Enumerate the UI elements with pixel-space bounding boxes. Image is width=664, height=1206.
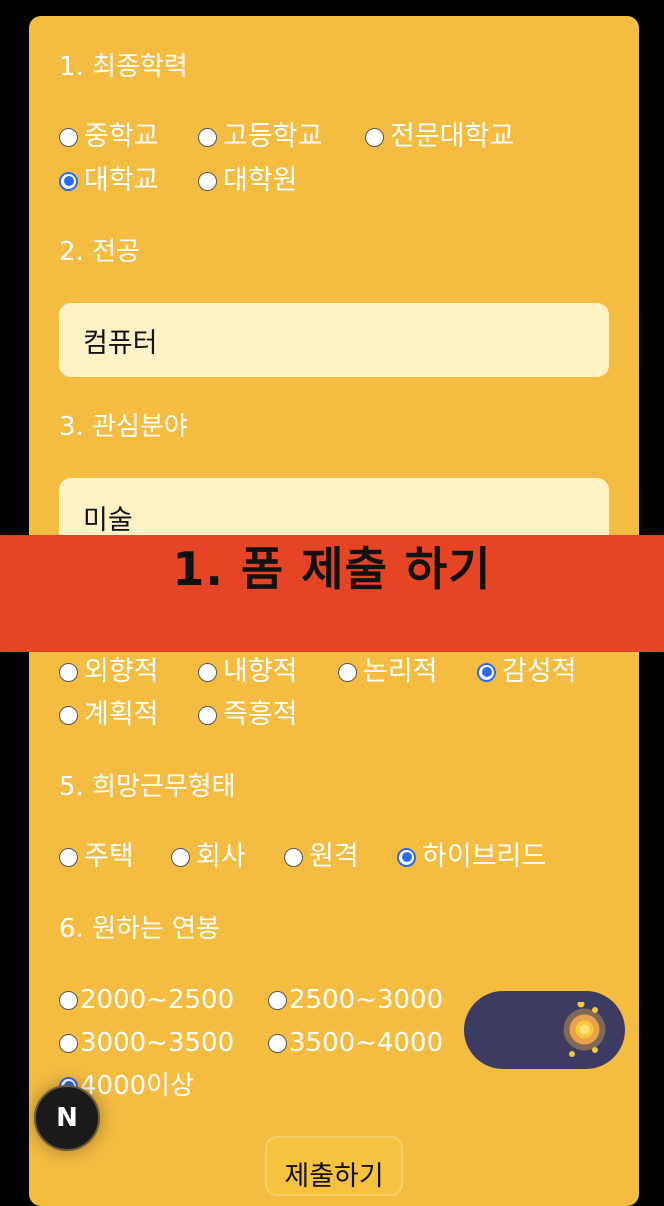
radio-circle[interactable] xyxy=(59,990,78,1010)
nextjs-logo-icon: N xyxy=(56,1103,78,1133)
radio-personality-spontaneous[interactable]: 즉흥적 xyxy=(198,700,298,730)
radio-label: 2000~2500 xyxy=(80,985,235,1015)
submit-button[interactable]: 제출하기 xyxy=(265,1136,403,1196)
radio-circle[interactable] xyxy=(198,705,217,725)
radio-label: 대학교 xyxy=(84,165,159,196)
radio-work-home[interactable]: 주택 xyxy=(59,842,134,872)
radio-label: 감성적 xyxy=(502,656,577,687)
radio-salary-3000[interactable]: 3000~3500 xyxy=(59,1028,234,1058)
radio-circle[interactable] xyxy=(59,127,78,147)
radio-education-middle[interactable]: 중학교 xyxy=(59,122,159,152)
radio-circle[interactable] xyxy=(171,847,190,867)
radio-circle[interactable] xyxy=(338,662,357,682)
radio-label: 회사 xyxy=(196,841,246,872)
radio-label: 3500~4000 xyxy=(289,1028,444,1058)
question-worktype-label: 5. 희망근무형태 xyxy=(59,772,236,802)
radio-salary-2000[interactable]: 2000~2500 xyxy=(59,985,234,1015)
radio-label: 3000~3500 xyxy=(80,1028,235,1058)
radio-work-hybrid[interactable]: 하이브리드 xyxy=(397,842,546,872)
radio-label: 4000이상 xyxy=(80,1071,195,1101)
radio-personality-introvert[interactable]: 내향적 xyxy=(198,657,298,687)
radio-circle[interactable] xyxy=(198,127,217,147)
radio-personality-emotional[interactable]: 감성적 xyxy=(477,657,577,687)
banner-title: 1. 폼 제출 하기 xyxy=(172,542,492,596)
radio-circle[interactable] xyxy=(59,1033,78,1053)
radio-label: 논리적 xyxy=(363,656,438,687)
radio-circle[interactable] xyxy=(59,847,78,867)
radio-label: 전문대학교 xyxy=(390,121,515,152)
radio-salary-2500[interactable]: 2500~3000 xyxy=(268,985,443,1015)
radio-circle[interactable] xyxy=(365,127,384,147)
radio-circle[interactable] xyxy=(268,990,287,1010)
radio-circle[interactable] xyxy=(59,705,78,725)
radio-circle[interactable] xyxy=(284,847,303,867)
radio-education-university[interactable]: 대학교 xyxy=(59,166,159,196)
radio-work-office[interactable]: 회사 xyxy=(171,842,246,872)
radio-label: 즉흥적 xyxy=(223,699,298,730)
radio-education-graduate[interactable]: 대학원 xyxy=(198,166,298,196)
question-education-label: 1. 최종학력 xyxy=(59,52,188,82)
major-input[interactable]: 컴퓨터 xyxy=(59,303,609,377)
sun-icon xyxy=(563,1002,606,1057)
question-interest-label: 3. 관심분야 xyxy=(59,412,188,442)
nextjs-badge[interactable]: N xyxy=(34,1085,100,1151)
radio-salary-3500[interactable]: 3500~4000 xyxy=(268,1028,443,1058)
radio-personality-extrovert[interactable]: 외향적 xyxy=(59,657,159,687)
question-major-label: 2. 전공 xyxy=(59,237,140,267)
radio-circle[interactable] xyxy=(59,662,78,682)
radio-label: 내향적 xyxy=(223,656,298,687)
radio-label: 고등학교 xyxy=(223,121,323,152)
radio-circle[interactable] xyxy=(198,662,217,682)
question-salary-label: 6. 원하는 연봉 xyxy=(59,914,220,944)
radio-circle[interactable] xyxy=(59,171,78,191)
radio-label: 원격 xyxy=(309,841,359,872)
radio-education-high[interactable]: 고등학교 xyxy=(198,122,322,152)
radio-label: 주택 xyxy=(84,841,134,872)
radio-personality-planned[interactable]: 계획적 xyxy=(59,700,159,730)
radio-label: 2500~3000 xyxy=(289,985,444,1015)
radio-work-remote[interactable]: 원격 xyxy=(284,842,359,872)
radio-label: 하이브리드 xyxy=(422,841,547,872)
radio-circle[interactable] xyxy=(198,171,217,191)
radio-education-college[interactable]: 전문대학교 xyxy=(365,122,514,152)
radio-personality-logical[interactable]: 논리적 xyxy=(338,657,438,687)
radio-label: 외향적 xyxy=(84,656,159,687)
radio-label: 계획적 xyxy=(84,699,159,730)
radio-label: 대학원 xyxy=(223,165,298,196)
radio-circle[interactable] xyxy=(268,1033,287,1053)
radio-label: 중학교 xyxy=(84,121,159,152)
radio-circle[interactable] xyxy=(477,662,496,682)
radio-circle[interactable] xyxy=(397,847,416,867)
